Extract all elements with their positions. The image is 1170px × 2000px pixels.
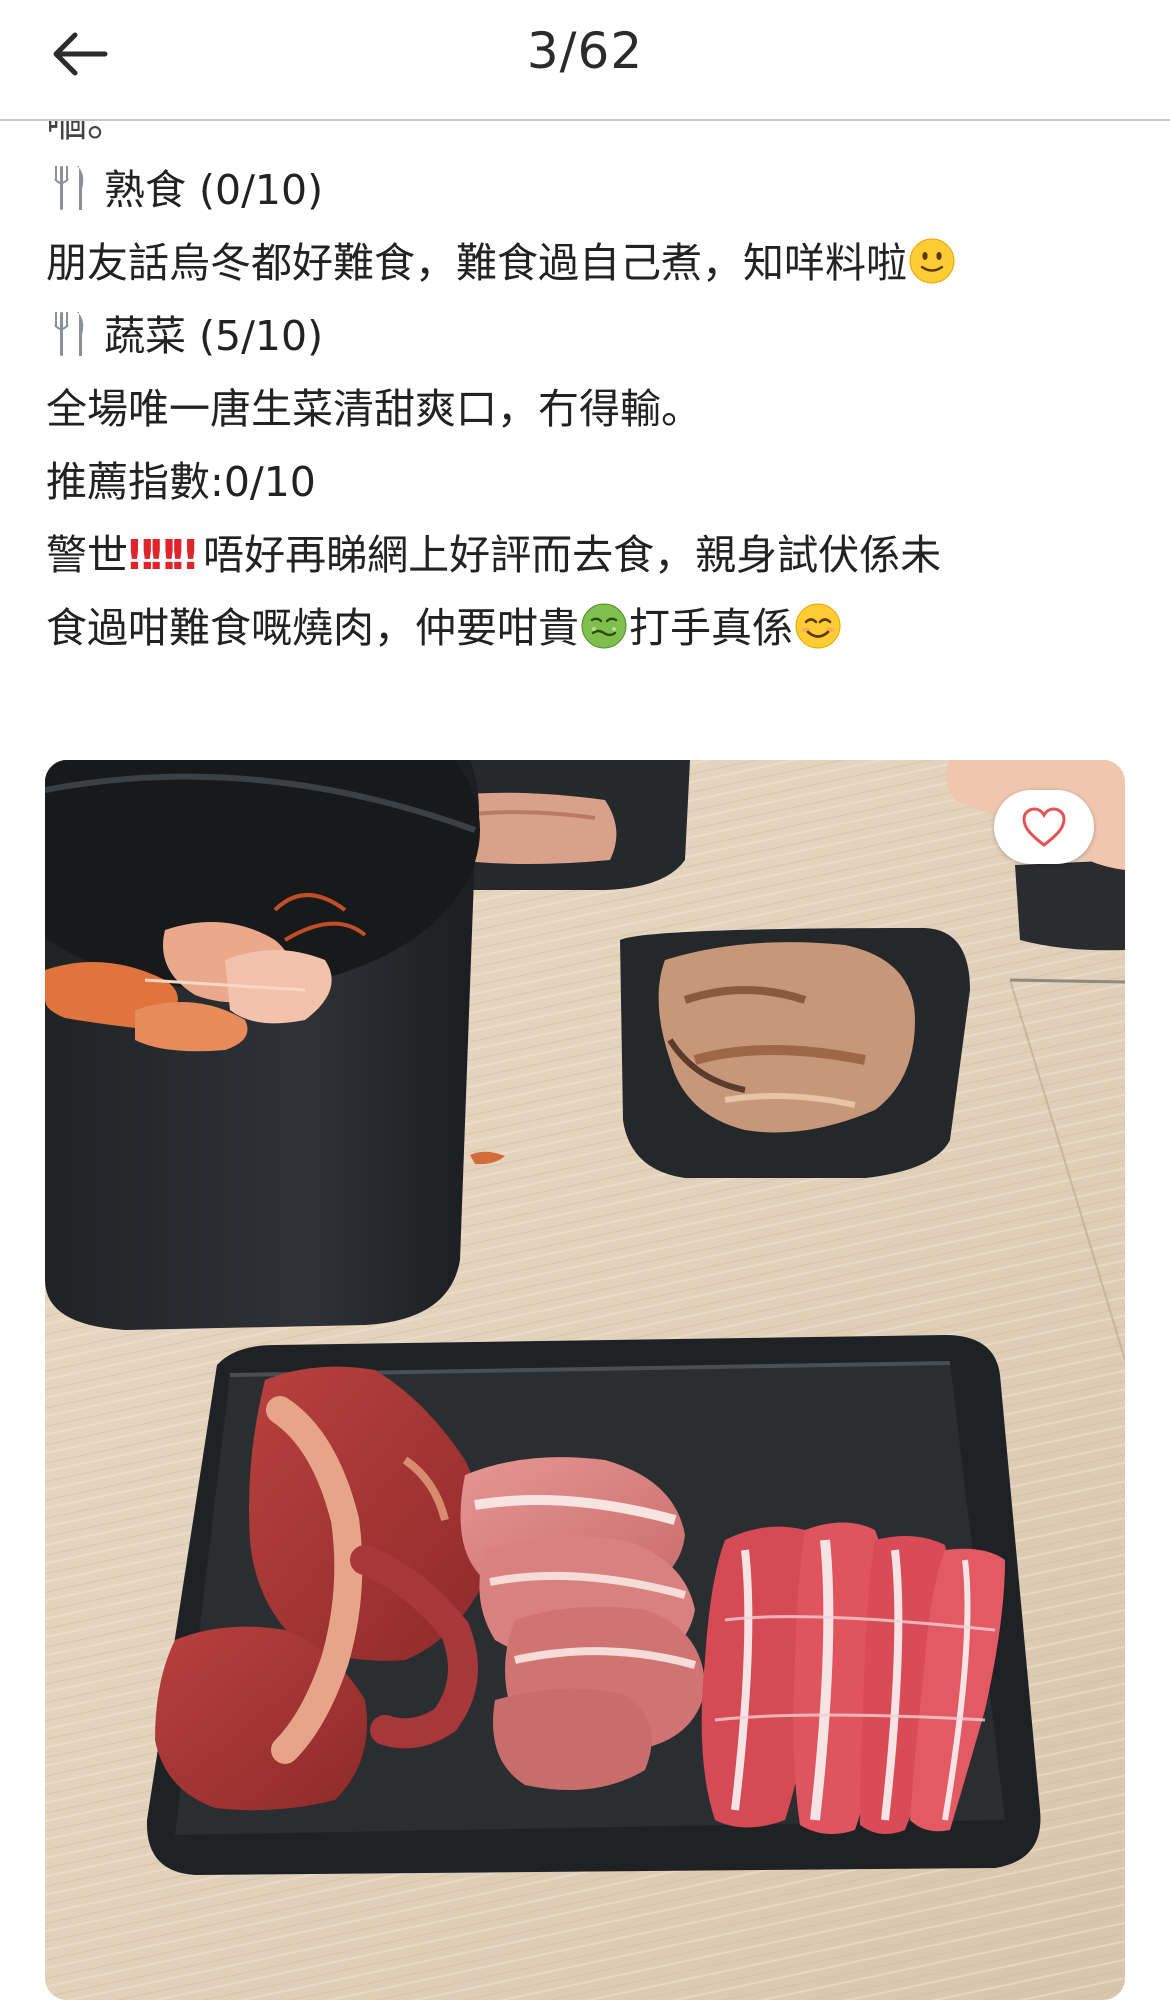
post-line-cooked-food: 熟食 (0/10) [46,154,323,227]
double-exclamation-icons: ‼‼‼ [128,531,197,579]
post-line-text: 唔好再睇網上好評而去食，親身試伏係未 [203,531,942,579]
post-line-text: 朋友話烏冬都好難食，難食過自己煮，知咩料啦 [46,239,907,287]
post-line-rating: 推薦指數:0/10 [46,446,316,519]
top-bar: 3/62 [0,0,1170,121]
post-line-text: 推薦指數:0/10 [46,458,316,506]
bbq-meat-photo [45,760,1125,2000]
post-line-text: 打手真係 [629,604,793,652]
like-button[interactable] [994,790,1094,864]
post-line-text: 全場唯一唐生菜清甜爽口，冇得輸。 [46,385,702,433]
post-line-text: 蔬菜 (5/10) [104,312,324,360]
nauseated-face-icon [581,603,627,649]
fork-knife-icon [54,312,84,356]
post-photo[interactable] [45,760,1125,2000]
post-line-vegetables: 蔬菜 (5/10) [46,300,323,373]
slightly-smiling-face-icon [909,238,955,284]
smiling-face-icon [795,603,841,649]
fork-knife-icon [54,166,84,210]
post-line-text: 警世 [46,531,128,579]
post-line-lettuce: 全場唯一唐生菜清甜爽口，冇得輸。 [46,373,702,446]
post-line-text: 食過咁難食嘅燒肉，仲要咁貴 [46,604,579,652]
heart-outline-icon [1022,807,1066,847]
post-line-udon: 朋友話烏冬都好難食，難食過自己煮，知咩料啦 [46,227,957,300]
post-line-conclusion: 食過咁難食嘅燒肉，仲要咁貴 打手真係 [46,592,843,665]
post-line-warning: 警世‼‼‼ 唔好再睇網上好評而去食，親身試伏係未 [46,519,941,592]
image-counter: 3/62 [526,22,644,80]
post-line-text: 熟食 (0/10) [104,166,324,214]
